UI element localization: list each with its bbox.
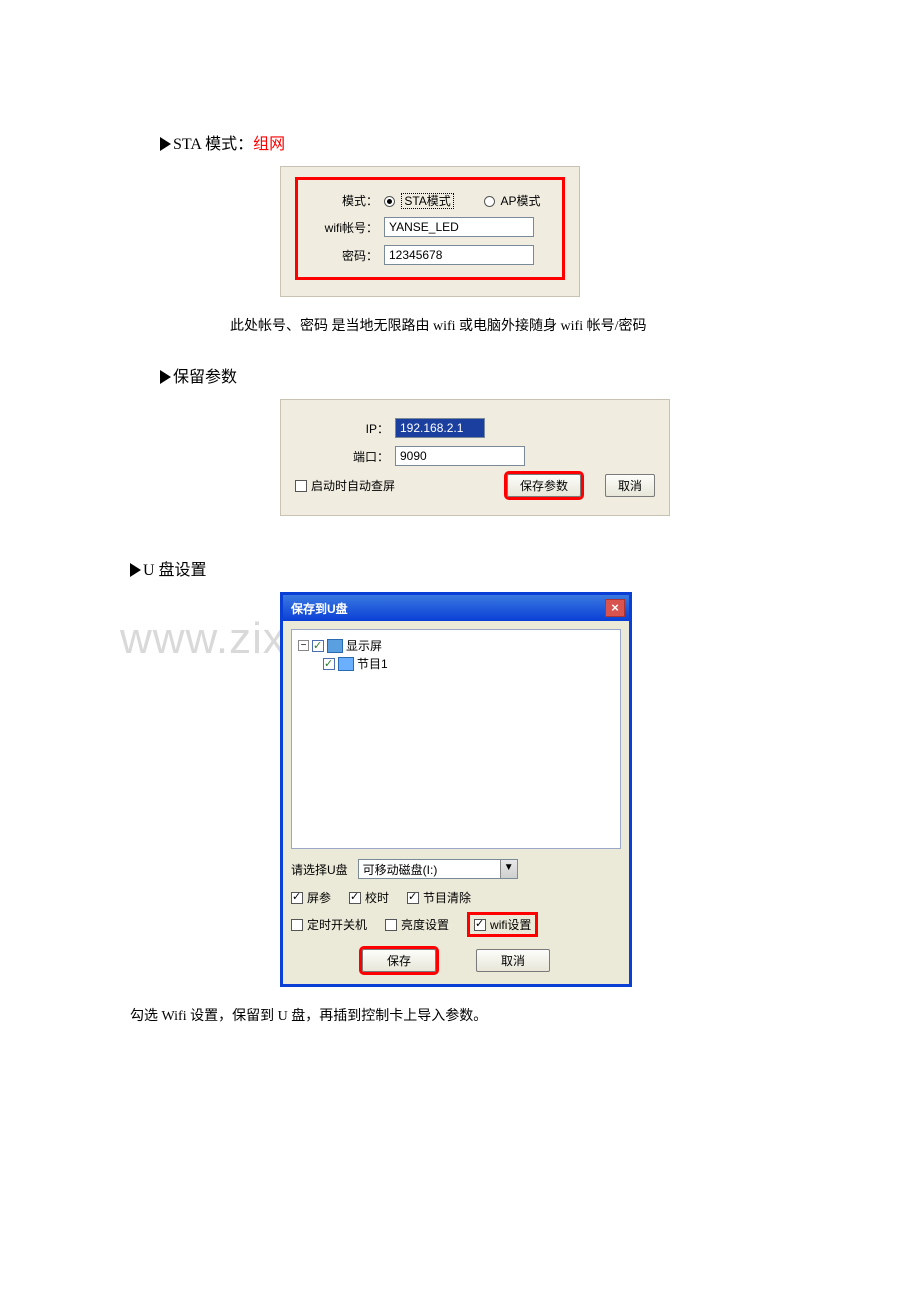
tree-child-row[interactable]: 节目1 (298, 655, 614, 672)
mode-label: 模式： (304, 192, 384, 209)
checkbox-icon (295, 480, 307, 492)
opt-time-sync[interactable]: 校时 (349, 889, 389, 906)
keep-params-text: 保留参数 (173, 369, 237, 386)
tree-root-row[interactable]: − 显示屏 (298, 637, 614, 654)
ip-label: IP： (295, 420, 395, 437)
wifi-account-input[interactable]: YANSE_LED (384, 217, 534, 237)
close-icon[interactable]: × (605, 599, 625, 617)
checkbox-icon (291, 892, 303, 904)
port-input[interactable]: 9090 (395, 446, 525, 466)
dialog-titlebar: 保存到U盘 × (283, 595, 629, 621)
section-sta-heading: STA 模式：组网 (160, 130, 790, 154)
opt-brightness[interactable]: 亮度设置 (385, 916, 449, 933)
opt-timer-label: 定时开关机 (307, 916, 367, 933)
opt-clear-label: 节目清除 (423, 889, 471, 906)
opt-clear-program[interactable]: 节目清除 (407, 889, 471, 906)
checkbox-icon (474, 919, 486, 931)
sta-mode-prefix: STA 模式： (173, 136, 253, 153)
port-label: 端口： (295, 448, 395, 465)
sta-mode-suffix: 组网 (253, 136, 285, 153)
udisk-heading-text: U 盘设置 (143, 562, 207, 579)
radio-sta[interactable]: STA模式 (384, 192, 454, 209)
triangle-bullet-icon (160, 137, 171, 151)
checkbox-icon (291, 919, 303, 931)
radio-icon (384, 196, 395, 207)
radio-ap-label: AP模式 (500, 194, 540, 208)
auto-check-label: 启动时自动查屏 (311, 477, 395, 494)
checkbox-icon (407, 892, 419, 904)
select-udisk-label: 请选择U盘 (291, 861, 348, 878)
panel-keep-params: IP： 192.168.2.1 端口： 9090 启动时自动查屏 保存参数 取消 (280, 399, 670, 516)
radio-ap[interactable]: AP模式 (484, 192, 541, 209)
triangle-bullet-icon (130, 563, 141, 577)
opt-wifi-setting[interactable]: wifi设置 (467, 912, 538, 937)
udisk-select[interactable]: 可移动磁盘(I:) ▼ (358, 859, 518, 879)
auto-check-screen[interactable]: 启动时自动查屏 (295, 477, 395, 494)
note-sta: 此处帐号、密码 是当地无限路由 wifi 或电脑外接随身 wifi 帐号/密码 (230, 315, 790, 335)
radio-icon (484, 196, 495, 207)
opt-screen-label: 屏参 (307, 889, 331, 906)
udisk-select-value: 可移动磁盘(I:) (363, 861, 438, 878)
checkbox-icon (349, 892, 361, 904)
dialog-save-button[interactable]: 保存 (362, 949, 436, 972)
tree-checkbox-icon[interactable] (312, 640, 324, 652)
checkbox-icon (385, 919, 397, 931)
save-params-button[interactable]: 保存参数 (507, 474, 581, 497)
tree-root-label: 显示屏 (346, 637, 382, 654)
ip-input[interactable]: 192.168.2.1 (395, 418, 485, 438)
chevron-down-icon: ▼ (500, 860, 517, 878)
program-icon (338, 657, 354, 671)
panel-sta-mode: 模式： STA模式 AP模式 wifi帐号： YANSE_LED 密码： 123… (280, 166, 580, 297)
tree-checkbox-icon[interactable] (323, 658, 335, 670)
opt-bright-label: 亮度设置 (401, 916, 449, 933)
wifi-password-label: 密码： (304, 247, 384, 264)
opt-wifi-label: wifi设置 (490, 916, 531, 933)
screen-icon (327, 639, 343, 653)
note-udisk: 勾选 Wifi 设置，保留到 U 盘，再插到控制卡上导入参数。 (130, 1005, 790, 1025)
triangle-bullet-icon (160, 370, 171, 384)
wifi-password-input[interactable]: 12345678 (384, 245, 534, 265)
cancel-params-button[interactable]: 取消 (605, 474, 655, 497)
section-udisk-heading: U 盘设置 (130, 556, 790, 580)
opt-timer-switch[interactable]: 定时开关机 (291, 916, 367, 933)
radio-sta-label: STA模式 (401, 193, 453, 209)
tree-collapse-icon[interactable]: − (298, 640, 309, 651)
dialog-cancel-button[interactable]: 取消 (476, 949, 550, 972)
save-to-udisk-dialog: 保存到U盘 × − 显示屏 节目1 请选择U盘 (280, 592, 632, 987)
opt-time-label: 校时 (365, 889, 389, 906)
tree-child-label: 节目1 (357, 655, 388, 672)
wifi-account-label: wifi帐号： (304, 219, 384, 236)
dialog-title-text: 保存到U盘 (291, 600, 348, 617)
program-tree[interactable]: − 显示屏 节目1 (291, 629, 621, 849)
section-keep-params-heading: 保留参数 (160, 363, 790, 387)
opt-screen-params[interactable]: 屏参 (291, 889, 331, 906)
